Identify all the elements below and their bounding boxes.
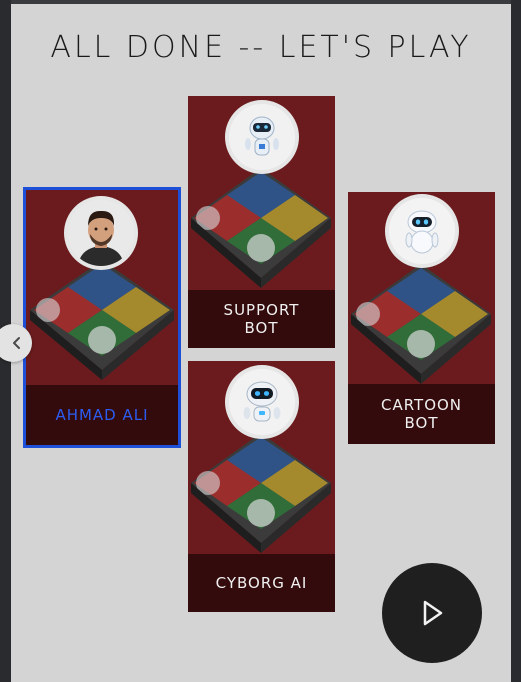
play-button[interactable] bbox=[382, 563, 482, 663]
window-top-bar bbox=[0, 0, 521, 4]
player-card-cyborg-ai[interactable]: CYBORG AI bbox=[188, 361, 335, 612]
player-name: CYBORG AI bbox=[188, 554, 335, 612]
play-icon bbox=[423, 600, 443, 626]
chevron-left-icon bbox=[13, 337, 20, 349]
cyborg-robot-icon bbox=[229, 369, 295, 435]
player-name: SUPPORT BOT bbox=[188, 290, 335, 348]
player-name: CARTOON BOT bbox=[348, 384, 495, 444]
right-border bbox=[511, 0, 521, 682]
page-title: ALL DONE -- LET'S PLAY bbox=[50, 30, 472, 65]
support-robot-icon bbox=[229, 104, 295, 170]
man-avatar-icon bbox=[68, 200, 134, 266]
player-card-ahmad-ali[interactable]: AHMAD ALI bbox=[23, 187, 181, 448]
cartoon-robot-icon bbox=[389, 198, 455, 264]
player-card-support-bot[interactable]: SUPPORT BOT bbox=[188, 96, 335, 348]
player-name: AHMAD ALI bbox=[26, 385, 178, 445]
player-card-cartoon-bot[interactable]: CARTOON BOT bbox=[348, 192, 495, 444]
